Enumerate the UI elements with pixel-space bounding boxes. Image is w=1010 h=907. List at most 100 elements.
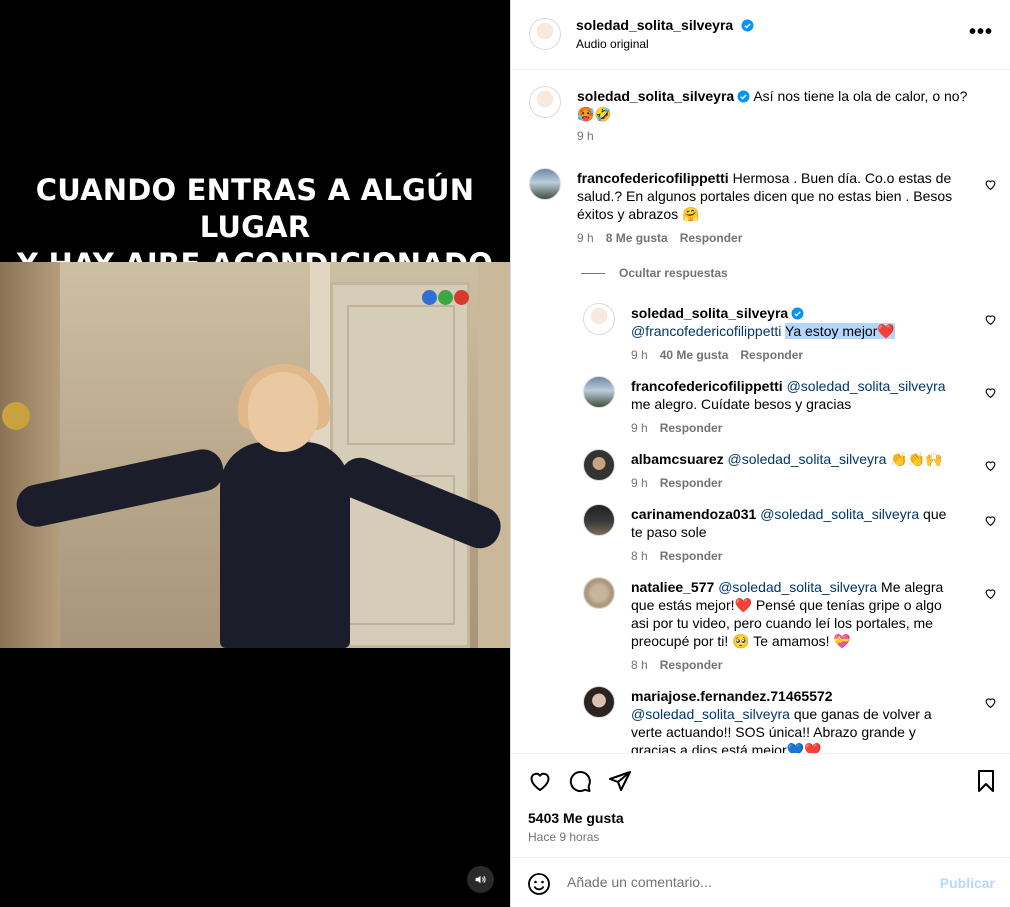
- publish-button[interactable]: Publicar: [940, 875, 995, 891]
- avatar[interactable]: [583, 376, 615, 408]
- caption-time: 9 h: [577, 129, 594, 143]
- mention-link[interactable]: @soledad_solita_silveyra: [760, 506, 919, 522]
- reply-text: te paso sole: [631, 524, 707, 540]
- bookmark-icon: [978, 770, 994, 792]
- post-header: soledad_solita_silveyra Audio original •…: [511, 0, 1010, 70]
- caption-emoji: 🥵🤣: [577, 106, 612, 122]
- reply-username[interactable]: mariajose.fernandez.71465572: [631, 688, 833, 704]
- reply-button[interactable]: Responder: [680, 229, 743, 247]
- avatar[interactable]: [583, 504, 615, 536]
- share-button[interactable]: [607, 768, 633, 794]
- like-button[interactable]: [527, 768, 553, 794]
- logo-dot-blue: [422, 290, 437, 305]
- comment-text: Hermosa . Buen día. Co.o estas de: [732, 170, 952, 186]
- reply-button[interactable]: Responder: [740, 346, 803, 364]
- mention-link[interactable]: @soledad_solita_silveyra: [787, 378, 946, 394]
- action-bar: 5403 Me gusta Hace 9 horas: [511, 753, 1010, 857]
- reply-username[interactable]: albamcsuarez: [631, 451, 724, 467]
- reply-text: que estás mejor!❤️ Pensé que tenías grip…: [631, 597, 942, 613]
- like-heart-icon[interactable]: [984, 514, 997, 527]
- post-timestamp: Hace 9 horas: [528, 830, 600, 844]
- reply-username[interactable]: francofedericofilippetti: [631, 378, 783, 394]
- reply-time: 8 h: [631, 549, 648, 563]
- comment-text: salud.? En algunos portales dicen que no…: [577, 188, 953, 204]
- reply-text: que ganas de volver a: [793, 706, 932, 722]
- logo-dot-red: [454, 290, 469, 305]
- like-heart-icon[interactable]: [984, 178, 997, 191]
- verified-icon: [737, 90, 750, 103]
- video-player[interactable]: CUANDO ENTRAS A ALGÚN LUGAR Y HAY AIRE A…: [0, 0, 510, 907]
- reply-text: que: [923, 506, 947, 522]
- mention-link[interactable]: @soledad_solita_silveyra: [631, 706, 790, 722]
- comment-input[interactable]: Añade un comentario...: [567, 874, 712, 890]
- caption-line-1: CUANDO ENTRAS A ALGÚN LUGAR: [35, 173, 475, 244]
- reply-time: 9 h: [631, 476, 648, 490]
- mute-button[interactable]: [467, 866, 494, 893]
- comments-list[interactable]: soledad_solita_silveyra Así nos tiene la…: [511, 70, 1010, 753]
- mention-link[interactable]: @soledad_solita_silveyra: [718, 579, 877, 595]
- reply-button[interactable]: Responder: [660, 474, 723, 492]
- caption-username[interactable]: soledad_solita_silveyra: [577, 88, 734, 104]
- avatar[interactable]: [583, 449, 615, 481]
- like-heart-icon[interactable]: [984, 696, 997, 709]
- more-options-button[interactable]: •••: [969, 22, 993, 42]
- video-person: [12, 364, 507, 648]
- frame-wall: [0, 262, 60, 648]
- reply-username[interactable]: soledad_solita_silveyra: [631, 305, 788, 321]
- reply-text: asi por tu video, pero cuando leí los po…: [631, 615, 933, 631]
- reply-text: 👏👏🙌: [890, 451, 943, 467]
- speaker-icon: [475, 875, 486, 884]
- emoji-button[interactable]: [527, 872, 551, 896]
- paper-plane-icon: [609, 771, 631, 791]
- avatar[interactable]: [583, 686, 615, 718]
- reply-text: Ya estoy mejor❤️: [785, 323, 895, 339]
- reply-username[interactable]: carinamendoza031: [631, 506, 756, 522]
- frame-wall-right: [478, 262, 510, 648]
- like-heart-icon[interactable]: [984, 587, 997, 600]
- reply-text: verte actuando!! SOS única!! Abrazo gran…: [631, 724, 916, 740]
- comment-button[interactable]: [567, 768, 593, 794]
- comment-time: 9 h: [577, 231, 594, 245]
- avatar[interactable]: [583, 577, 615, 609]
- reply-time: 9 h: [631, 421, 648, 435]
- heart-icon: [530, 772, 550, 792]
- likes-count[interactable]: 5403 Me gusta: [528, 810, 624, 826]
- like-heart-icon[interactable]: [984, 313, 997, 326]
- header-username[interactable]: soledad_solita_silveyra: [576, 17, 733, 33]
- mention-link[interactable]: @francofedericofilippetti: [631, 323, 781, 339]
- avatar[interactable]: [529, 86, 561, 118]
- avatar[interactable]: [583, 303, 615, 335]
- smiley-icon: [528, 873, 550, 895]
- reply-text: preocupé por ti! 🥺 Te amamos! 💝: [631, 633, 851, 649]
- audio-link[interactable]: Audio original: [576, 37, 649, 51]
- verified-icon: [741, 19, 754, 32]
- comment-likes[interactable]: 8 Me gusta: [606, 229, 668, 247]
- reply-button[interactable]: Responder: [660, 547, 723, 565]
- avatar[interactable]: [529, 168, 561, 200]
- hide-replies-button[interactable]: Ocultar respuestas: [581, 266, 728, 280]
- reply-text: me alegro. Cuídate besos y gracias: [631, 396, 852, 412]
- reply-likes[interactable]: 40 Me gusta: [660, 346, 729, 364]
- avatar[interactable]: [529, 18, 561, 50]
- logo-dot-green: [438, 290, 453, 305]
- save-button[interactable]: [973, 768, 999, 794]
- reply-time: 9 h: [631, 348, 648, 362]
- like-heart-icon[interactable]: [984, 459, 997, 472]
- mention-link[interactable]: @soledad_solita_silveyra: [728, 451, 887, 467]
- reply-button[interactable]: Responder: [660, 419, 723, 437]
- frame-knob: [2, 402, 30, 430]
- comment-composer: Añade un comentario... Publicar: [511, 857, 1010, 907]
- comment-username[interactable]: francofedericofilippetti: [577, 170, 729, 186]
- comment-text: éxitos y abrazos 🤗: [577, 206, 700, 222]
- reply-username[interactable]: nataliee_577: [631, 579, 714, 595]
- reply-time: 8 h: [631, 658, 648, 672]
- post-panel: soledad_solita_silveyra Audio original •…: [510, 0, 1010, 907]
- reply-text: Me alegra: [881, 579, 944, 595]
- caption-text: Así nos tiene la ola de calor, o no?: [753, 88, 968, 104]
- divider: [581, 272, 605, 274]
- reply-button[interactable]: Responder: [660, 656, 723, 674]
- reply-text: gracias a dios está mejor💙❤️: [631, 742, 822, 753]
- person-coat: [220, 442, 350, 648]
- like-heart-icon[interactable]: [984, 386, 997, 399]
- video-frame: [0, 262, 510, 648]
